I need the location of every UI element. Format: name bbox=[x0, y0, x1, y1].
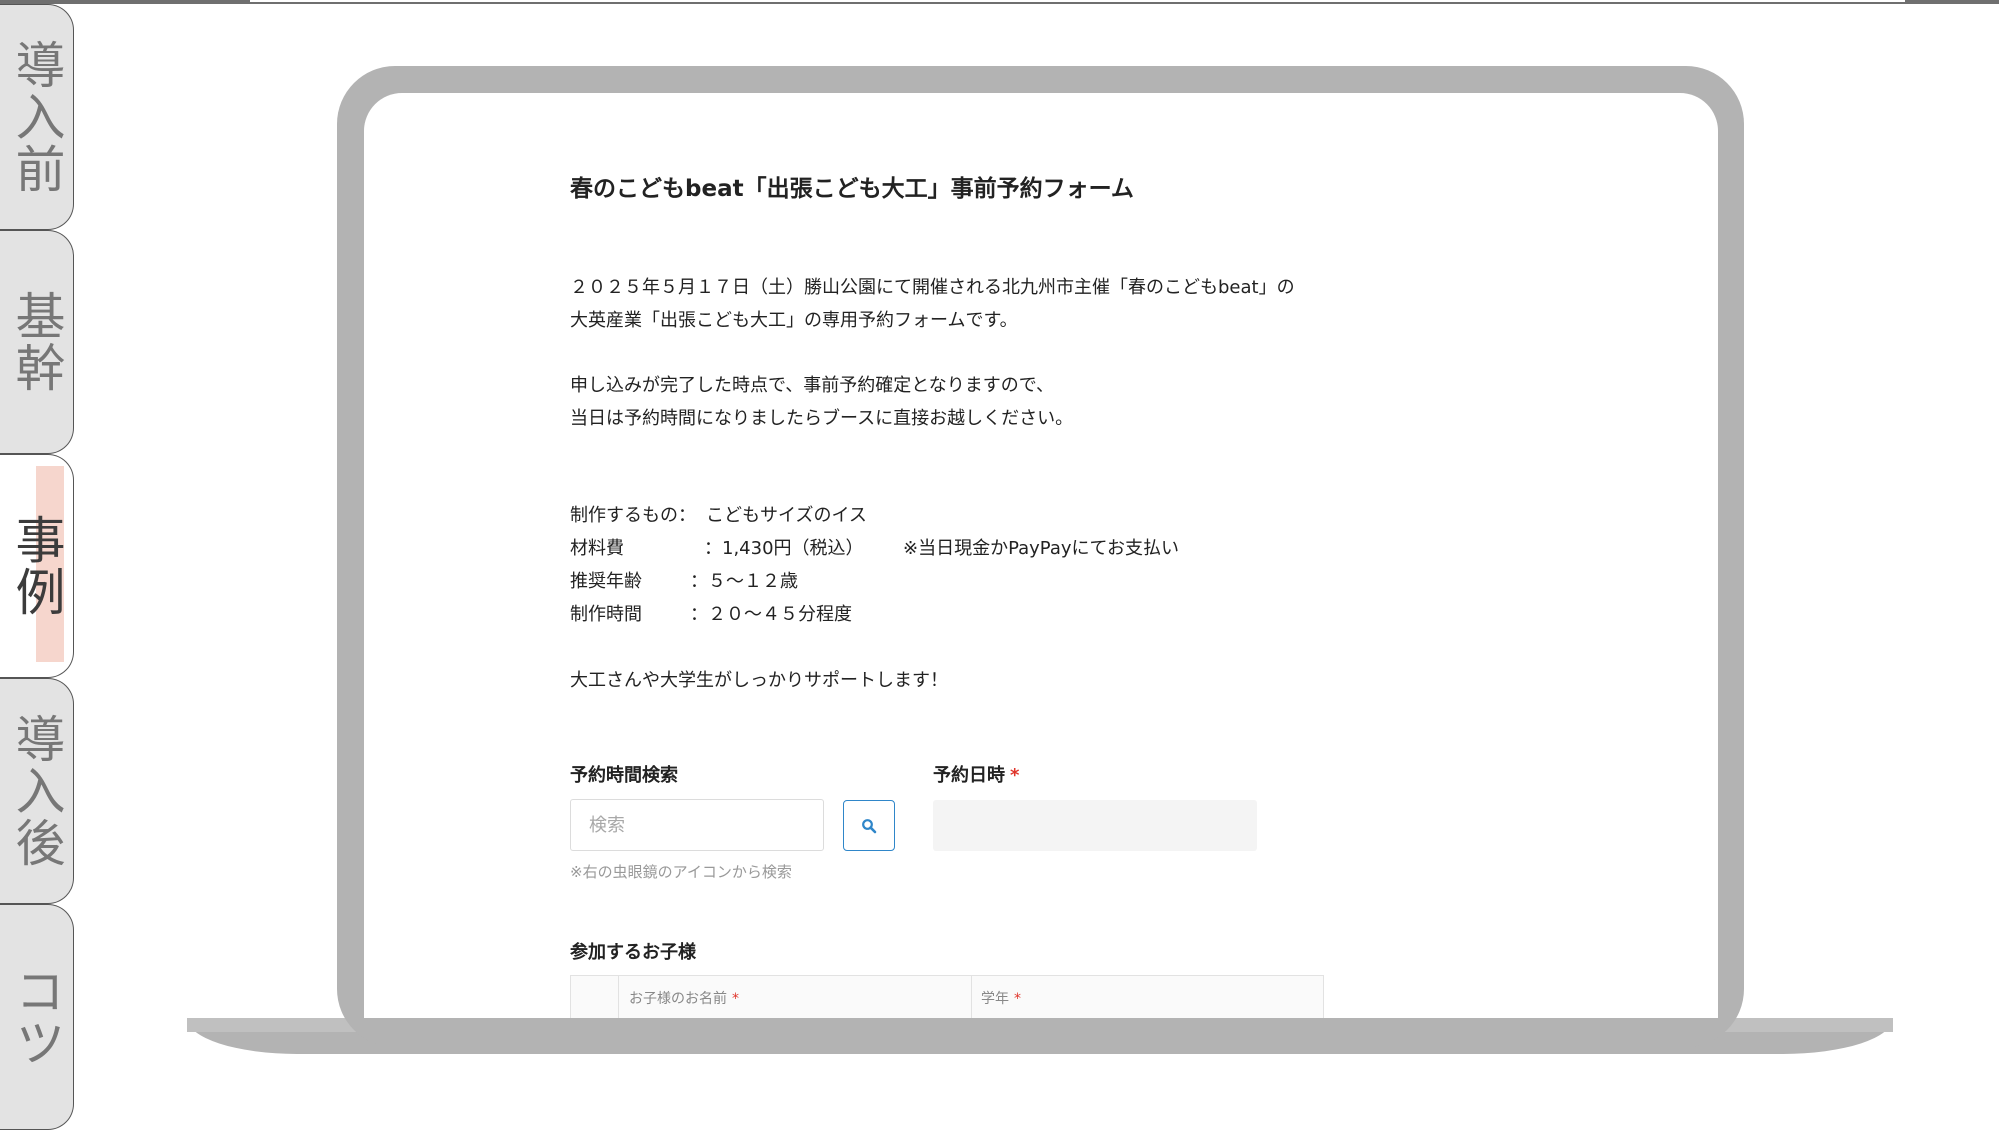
spec-row-item: 制作するもの： こどもサイズのイス bbox=[570, 499, 867, 532]
tab-label: 基幹 bbox=[7, 290, 66, 394]
spec-label: 材料費 bbox=[570, 538, 624, 559]
tab-core-system[interactable]: 基幹 bbox=[0, 230, 74, 454]
required-mark: * bbox=[1014, 991, 1021, 1007]
top-edge-gap bbox=[250, 0, 1905, 2]
row-number-column bbox=[571, 976, 619, 1018]
spec-row-age: 推奨年齢 ：５〜１２歳 bbox=[570, 565, 798, 598]
laptop-screen: 春のこどもbeat「出張こども大工」事前予約フォーム ２０２５年５月１７日（土）… bbox=[364, 93, 1718, 1018]
required-mark: * bbox=[732, 991, 739, 1007]
side-tabs: 導入前 基幹 事例 導入後 コツ bbox=[0, 0, 75, 1130]
notice-line-2: 当日は予約時間になりましたらブースに直接お越しください。 bbox=[570, 408, 1074, 429]
grade-header: 学年 * bbox=[981, 988, 1021, 1008]
tab-label: コツ bbox=[7, 965, 66, 1069]
tab-label: 導入後 bbox=[7, 713, 66, 869]
required-mark: * bbox=[1010, 765, 1020, 786]
spec-value: ：５〜１２歳 bbox=[690, 571, 798, 592]
tab-label: 事例 bbox=[7, 514, 66, 618]
column-separator bbox=[971, 976, 972, 1018]
spec-note: ※当日現金かPayPayにてお支払い bbox=[903, 538, 1179, 559]
child-name-header-text: お子様のお名前 bbox=[629, 991, 727, 1007]
spec-value: ：1,430円（税込） bbox=[704, 538, 864, 559]
tab-before-introduction[interactable]: 導入前 bbox=[0, 4, 74, 230]
spec-row-material-cost: 材料費 ：1,430円（税込） ※当日現金かPayPayにてお支払い bbox=[570, 532, 1179, 565]
child-name-header: お子様のお名前 * bbox=[629, 988, 739, 1008]
search-icon bbox=[862, 818, 877, 833]
spec-value: こどもサイズのイス bbox=[706, 505, 867, 526]
children-table: お子様のお名前 * 学年 * bbox=[570, 975, 1324, 1018]
search-input[interactable] bbox=[570, 799, 824, 851]
spec-label: 推奨年齢 bbox=[570, 571, 642, 592]
intro-line-2: 大英産業「出張こども大工」の専用予約フォームです。 bbox=[570, 310, 1018, 331]
date-label-text: 予約日時 bbox=[933, 765, 1005, 786]
tab-tips[interactable]: コツ bbox=[0, 904, 74, 1130]
intro-line-1: ２０２５年５月１７日（土）勝山公園にて開催される北九州市主催「春のこどもbeat… bbox=[570, 277, 1295, 298]
spec-value: ：２０〜４５分程度 bbox=[690, 604, 852, 625]
spec-label: 制作時間 bbox=[570, 604, 642, 625]
children-label: 参加するお子様 bbox=[570, 942, 696, 963]
notice-line-1: 申し込みが完了した時点で、事前予約確定となりますので、 bbox=[570, 375, 1055, 396]
search-label: 予約時間検索 bbox=[570, 765, 678, 786]
date-label: 予約日時 * bbox=[933, 761, 1019, 787]
tab-after-introduction[interactable]: 導入後 bbox=[0, 678, 74, 904]
search-hint: ※右の虫眼鏡のアイコンから検索 bbox=[570, 863, 792, 881]
search-button[interactable] bbox=[843, 800, 895, 851]
spec-row-duration: 制作時間 ：２０〜４５分程度 bbox=[570, 598, 852, 631]
grade-header-text: 学年 bbox=[981, 991, 1009, 1007]
spec-label: 制作するもの： bbox=[570, 505, 696, 526]
reservation-datetime-field[interactable] bbox=[933, 800, 1257, 851]
tab-label: 導入前 bbox=[7, 39, 66, 195]
form-title: 春のこどもbeat「出張こども大工」事前予約フォーム bbox=[570, 176, 1134, 202]
support-text: 大工さんや大学生がしっかりサポートします！ bbox=[570, 670, 948, 691]
